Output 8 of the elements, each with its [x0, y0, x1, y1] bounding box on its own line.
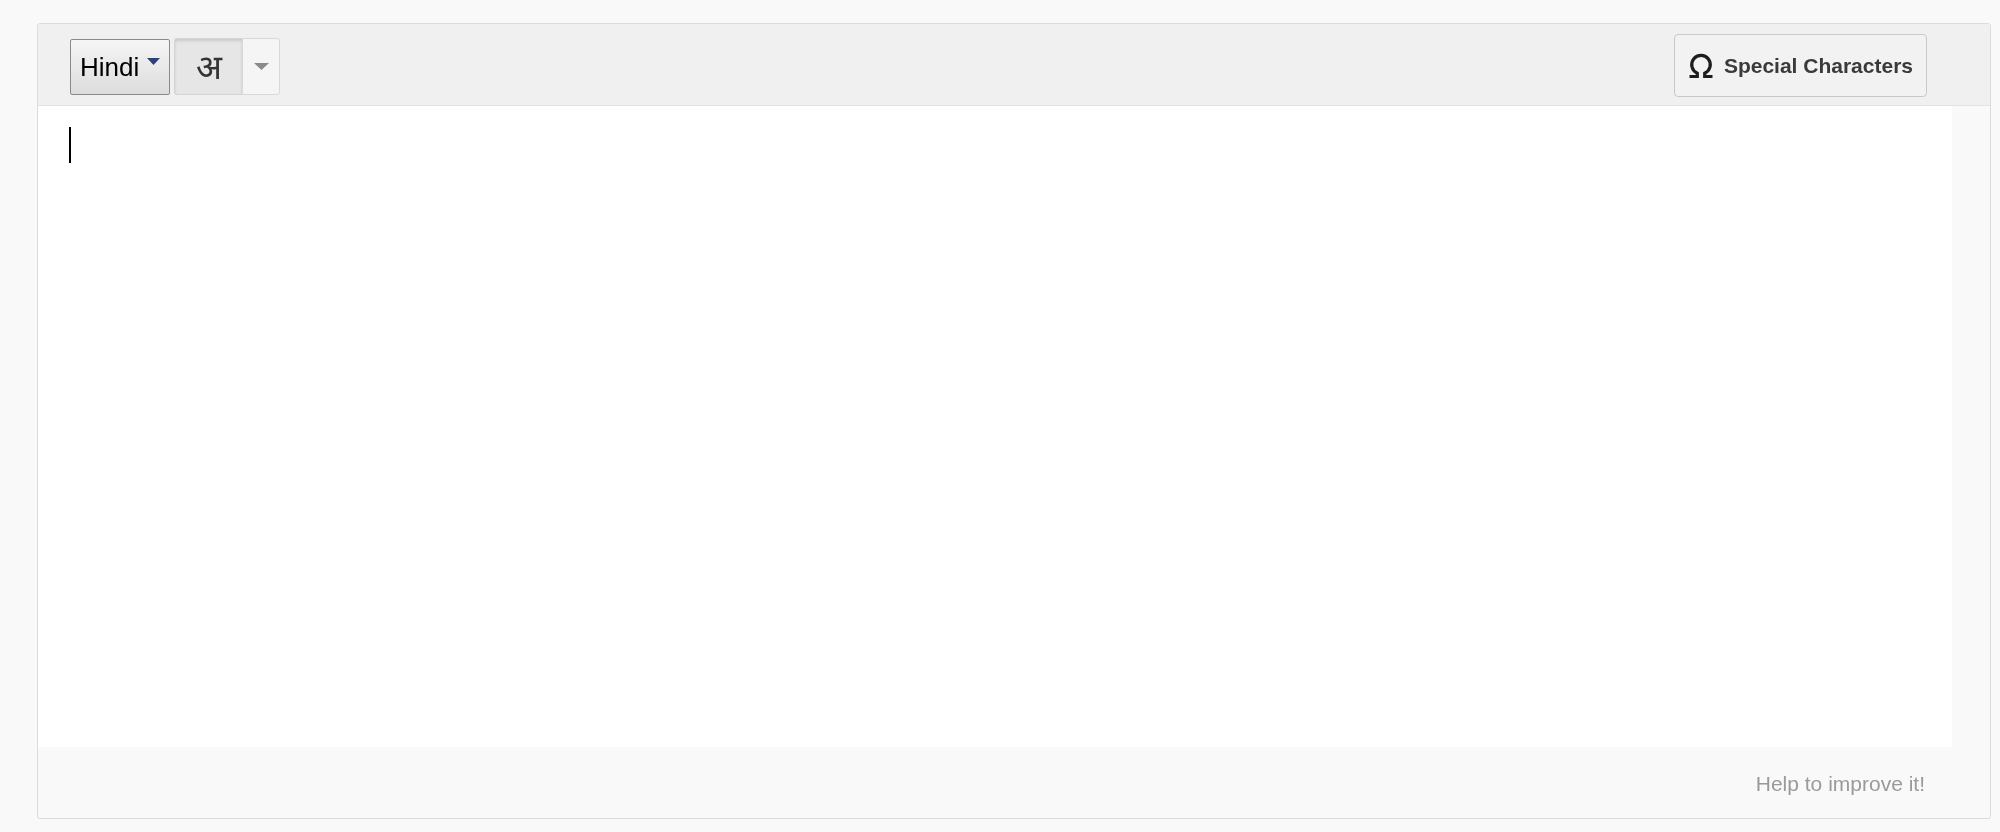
language-dropdown[interactable]: Hindi: [70, 38, 171, 95]
input-tool-button[interactable]: अ: [174, 38, 243, 95]
caret-icon: [147, 58, 161, 65]
editor-field[interactable]: [38, 106, 1952, 747]
input-tool-menu-button[interactable]: [242, 38, 281, 95]
special-characters-button[interactable]: Special Characters: [1673, 34, 1927, 97]
caret-icon: [253, 63, 269, 70]
omega-icon: [1687, 52, 1714, 79]
